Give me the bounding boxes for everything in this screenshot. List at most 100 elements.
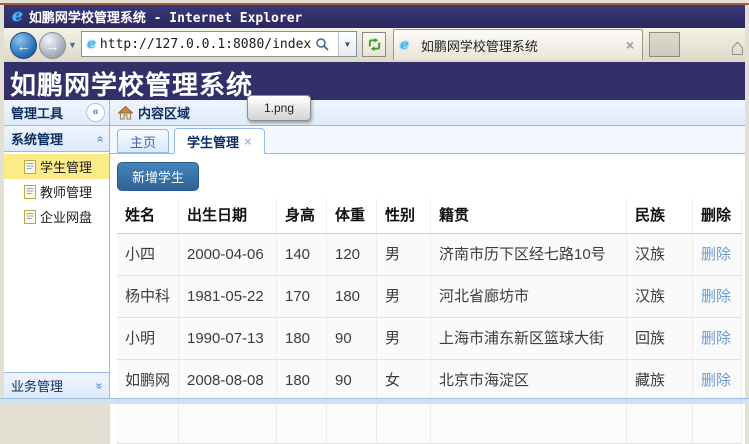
sidebar-header: 管理工具 « (4, 100, 109, 126)
title-bar: e 如鹏网学校管理系统 - Internet Explorer (4, 5, 745, 28)
delete-link[interactable]: 删除 (701, 372, 731, 389)
column-header: 出生日期 (179, 198, 277, 234)
table-cell: 删除 (693, 318, 742, 360)
new-tab-button[interactable] (649, 32, 680, 57)
accordion-header-business-mgmt[interactable]: 业务管理 » (4, 372, 109, 398)
add-student-button[interactable]: 新增学生 (117, 162, 199, 191)
table-cell: 170 (277, 276, 327, 318)
column-header: 姓名 (117, 198, 179, 234)
table-cell: 如鹏网 (117, 360, 179, 402)
sidebar-item-label: 学生管理 (40, 157, 92, 176)
table-cell-empty (377, 402, 431, 444)
table-cell: 2000-04-06 (179, 234, 277, 276)
window-bottom-edge (0, 398, 749, 404)
table-cell: 回族 (627, 318, 693, 360)
column-header: 删除 (693, 198, 742, 234)
tab-close-icon[interactable]: × (244, 134, 252, 149)
table-cell: 男 (377, 318, 431, 360)
sidebar-item-label: 教师管理 (40, 182, 92, 201)
tab-close-icon[interactable]: × (626, 37, 634, 53)
delete-link[interactable]: 删除 (701, 246, 731, 263)
sidebar-items: 学生管理教师管理企业网盘 (4, 152, 109, 229)
chevron-up-icon: » (94, 135, 106, 142)
table-cell: 180 (327, 276, 377, 318)
table-cell: 删除 (693, 360, 742, 402)
table-cell: 女 (377, 360, 431, 402)
column-header: 性别 (377, 198, 431, 234)
home-icon (118, 106, 133, 120)
document-icon (24, 210, 36, 224)
document-icon (24, 185, 36, 199)
home-icon[interactable]: ⌂ (730, 34, 745, 62)
table-cell: 男 (377, 276, 431, 318)
tab-label: 主页 (130, 132, 156, 151)
sidebar-item[interactable]: 学生管理 (4, 154, 109, 179)
column-header: 籍贯 (431, 198, 627, 234)
window-title: 如鹏网学校管理系统 - Internet Explorer (29, 7, 303, 26)
content-tab[interactable]: 主页 (117, 129, 169, 153)
document-icon (24, 160, 36, 174)
address-input[interactable] (100, 37, 314, 52)
accordion-label: 系统管理 (11, 129, 96, 148)
content-tab[interactable]: 学生管理 × (174, 128, 265, 154)
browser-tab[interactable]: e 如鹏网学校管理系统 × (393, 29, 643, 60)
table-cell: 杨中科 (117, 276, 179, 318)
ie-icon: e (400, 38, 409, 52)
table-cell: 汉族 (627, 234, 693, 276)
sidebar: 管理工具 « 系统管理 » 学生管理教师管理企业网盘 业务管理 » (4, 100, 110, 398)
table-cell-empty (179, 402, 277, 444)
search-dropdown-button[interactable]: ▼ (338, 32, 356, 56)
tab-label: 学生管理 (187, 132, 239, 151)
forward-arrow-icon: → (46, 39, 60, 53)
column-header: 民族 (627, 198, 693, 234)
content-tabs: 主页 学生管理 × (110, 126, 745, 154)
address-bar: e ▼ (81, 31, 357, 57)
table-cell-empty (277, 402, 327, 444)
table-cell: 180 (277, 318, 327, 360)
ie-icon: e (87, 37, 96, 51)
history-dropdown-button[interactable]: ▼ (68, 40, 77, 50)
forward-button[interactable]: → (39, 32, 66, 59)
table-cell: 北京市海淀区 (431, 360, 627, 402)
table-cell: 1990-07-13 (179, 318, 277, 360)
page-title: 如鹏网学校管理系统 (4, 62, 745, 102)
chevron-down-icon: » (94, 382, 106, 389)
table-cell: 140 (277, 234, 327, 276)
delete-link[interactable]: 删除 (701, 330, 731, 347)
main-region: 管理工具 « 系统管理 » 学生管理教师管理企业网盘 业务管理 » 内容区域 主… (4, 100, 745, 398)
table-cell: 济南市历下区经七路10号 (431, 234, 627, 276)
accordion-label: 业务管理 (11, 376, 96, 395)
search-icon[interactable] (314, 37, 338, 51)
column-header: 身高 (277, 198, 327, 234)
table-cell-empty (117, 402, 179, 444)
table-cell: 河北省廊坊市 (431, 276, 627, 318)
sidebar-title: 管理工具 (11, 103, 86, 122)
back-arrow-icon: ← (17, 39, 31, 53)
browser-tab-title: 如鹏网学校管理系统 (421, 36, 626, 55)
table-cell: 90 (327, 318, 377, 360)
sidebar-item[interactable]: 教师管理 (4, 179, 109, 204)
site-banner: 如鹏网学校管理系统 (4, 62, 745, 100)
table-cell: 小四 (117, 234, 179, 276)
accordion-header-system-mgmt[interactable]: 系统管理 » (4, 126, 109, 152)
table-cell: 上海市浦东新区篮球大街 (431, 318, 627, 360)
column-header: 体重 (327, 198, 377, 234)
delete-link[interactable]: 删除 (701, 288, 731, 305)
table-cell-empty (627, 402, 693, 444)
table-cell: 删除 (693, 234, 742, 276)
sidebar-item[interactable]: 企业网盘 (4, 204, 109, 229)
content-title: 内容区域 (138, 103, 190, 122)
table-cell-empty (693, 402, 742, 444)
back-button[interactable]: ← (10, 32, 37, 59)
content-panel: 内容区域 主页学生管理× 新增学生 姓名出生日期身高体重性别籍贯民族删除小四20… (110, 100, 745, 398)
content-header: 内容区域 (110, 100, 745, 126)
table-cell: 删除 (693, 276, 742, 318)
sidebar-item-label: 企业网盘 (40, 207, 92, 226)
table-cell-empty (327, 402, 377, 444)
collapse-sidebar-button[interactable]: « (86, 103, 105, 122)
table-cell: 汉族 (627, 276, 693, 318)
table-cell: 男 (377, 234, 431, 276)
table-cell: 小明 (117, 318, 179, 360)
table-cell: 2008-08-08 (179, 360, 277, 402)
refresh-button[interactable] (362, 32, 386, 57)
